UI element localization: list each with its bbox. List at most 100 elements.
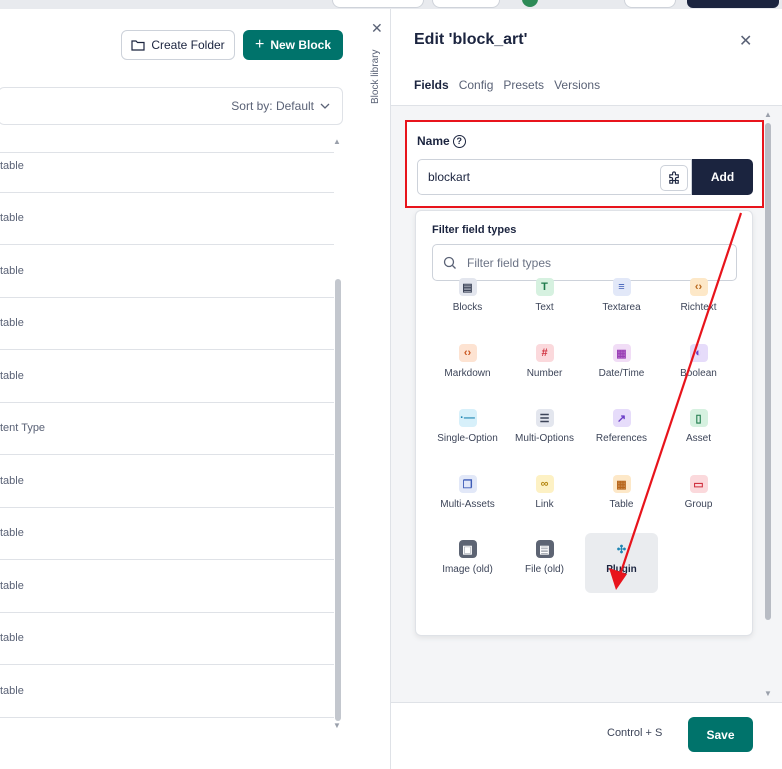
status-dot-icon [522, 0, 538, 7]
create-folder-button[interactable]: Create Folder [121, 30, 235, 60]
field-type-group[interactable]: ▭ Group [662, 468, 735, 528]
panel-footer: Control + S Save [391, 702, 782, 769]
save-button[interactable]: Save [688, 717, 753, 752]
plugin-picker-button[interactable] [660, 165, 688, 191]
tab-config[interactable]: Config [459, 78, 494, 92]
image-icon: ▣ [458, 540, 477, 558]
tab-presets[interactable]: Presets [503, 78, 544, 92]
fields-scrollbar[interactable] [765, 123, 771, 620]
multi-assets-icon: ❐ [458, 475, 477, 493]
markdown-icon: ‹› [458, 344, 477, 362]
block-library-label[interactable]: Block library [370, 44, 386, 104]
help-icon[interactable]: ? [452, 134, 466, 148]
group-icon: ▭ [689, 475, 708, 493]
list-item[interactable]: table [0, 613, 334, 665]
list-item[interactable]: table [0, 245, 334, 298]
list-item[interactable]: table [0, 560, 334, 613]
field-type-references[interactable]: ↗ References [585, 402, 658, 462]
single-option-icon: ·— [458, 409, 477, 427]
field-type-label: Single-Option [437, 433, 498, 444]
tab-versions[interactable]: Versions [554, 78, 600, 92]
field-type-markdown[interactable]: ‹› Markdown [431, 337, 504, 397]
field-type-label: Plugin [606, 564, 637, 575]
file-icon: ▤ [535, 540, 554, 558]
field-type-asset[interactable]: ▯ Asset [662, 402, 735, 462]
list-item[interactable]: table [0, 350, 334, 403]
scroll-up-arrow[interactable]: ▲ [764, 110, 772, 119]
field-type-label: Multi-Assets [440, 499, 495, 510]
field-type-richtext[interactable]: ‹› Richtext [662, 271, 735, 331]
panel-title: Edit 'block_art' [414, 31, 528, 48]
field-type-blocks[interactable]: ▤ Blocks [431, 271, 504, 331]
new-field-name-box: Name ? Add [405, 120, 764, 208]
asset-icon: ▯ [689, 409, 708, 427]
field-type-label: Date/Time [598, 368, 645, 379]
field-name-input[interactable] [417, 159, 692, 195]
close-library-icon[interactable]: ✕ [371, 20, 383, 37]
field-type-multi-options[interactable]: ☰ Multi-Options [508, 402, 581, 462]
list-item[interactable]: table [0, 455, 334, 508]
search-icon [443, 256, 456, 269]
sort-dropdown[interactable]: Sort by: Default [231, 99, 330, 113]
field-type-label: Number [526, 368, 563, 379]
close-icon[interactable]: ✕ [739, 31, 752, 51]
tab-fields[interactable]: Fields [414, 78, 449, 92]
scroll-down-arrow[interactable]: ▼ [333, 721, 341, 730]
field-type-label: Boolean [680, 368, 717, 379]
field-type-image-old[interactable]: ▣ Image (old) [431, 533, 504, 593]
field-type-label: Image (old) [442, 564, 493, 575]
field-type-link[interactable]: ∞ Link [508, 468, 581, 528]
field-type-label: File (old) [525, 564, 564, 575]
richtext-icon: ‹› [689, 278, 708, 296]
field-type-number[interactable]: # Number [508, 337, 581, 397]
browser-top-strip [0, 0, 782, 9]
filter-search-input[interactable] [467, 254, 727, 272]
field-type-file-old[interactable]: ▤ File (old) [508, 533, 581, 593]
field-type-plugin[interactable]: ✣ Plugin [585, 533, 658, 593]
edit-block-panel: Edit 'block_art' ✕ Fields Config Presets… [391, 9, 782, 769]
name-label-text: Name [417, 134, 450, 148]
field-type-label: Multi-Options [515, 433, 574, 444]
field-type-label: Markdown [444, 368, 491, 379]
list-item-label: table [0, 369, 24, 382]
field-type-label: Richtext [680, 302, 717, 313]
name-label: Name ? [417, 134, 466, 148]
field-type-label: Text [535, 302, 554, 313]
list-item[interactable]: table [0, 298, 334, 350]
toolbar-pill[interactable] [624, 0, 676, 8]
toolbar-pill[interactable] [332, 0, 424, 8]
field-type-multi-assets[interactable]: ❐ Multi-Assets [431, 468, 504, 528]
field-type-table[interactable]: ▦ Table [585, 468, 658, 528]
field-type-textarea[interactable]: ≡ Textarea [585, 271, 658, 331]
boolean-icon: ◐ [689, 344, 708, 362]
field-type-date-time[interactable]: ▦ Date/Time [585, 337, 658, 397]
field-type-label: Link [535, 499, 554, 510]
list-item[interactable]: table [0, 665, 334, 718]
field-type-single-option[interactable]: ·— Single-Option [431, 402, 504, 462]
new-block-button[interactable]: + New Block [243, 30, 343, 60]
list-item[interactable]: table [0, 193, 334, 245]
datetime-icon: ▦ [612, 344, 631, 362]
list-item-label: table [0, 579, 24, 592]
add-field-button[interactable]: Add [692, 159, 753, 195]
list-item[interactable]: tent Type [0, 403, 334, 455]
new-block-label: New Block [270, 38, 332, 52]
plus-icon: + [254, 36, 265, 53]
list-item-label: table [0, 474, 24, 487]
scroll-up-arrow[interactable]: ▲ [333, 137, 341, 146]
list-item-label: table [0, 264, 24, 277]
list-item[interactable]: table [0, 508, 334, 560]
textarea-icon: ≡ [612, 278, 631, 296]
field-type-boolean[interactable]: ◐ Boolean [662, 337, 735, 397]
scroll-down-arrow[interactable]: ▼ [764, 689, 772, 698]
account-button[interactable] [687, 0, 779, 8]
field-type-label: Table [609, 499, 634, 510]
puzzle-icon [668, 170, 679, 184]
toolbar-pill[interactable] [432, 0, 500, 8]
list-scrollbar[interactable] [335, 279, 341, 721]
list-item-label: table [0, 317, 24, 330]
list-item[interactable]: table [0, 140, 334, 193]
field-type-text[interactable]: T Text [508, 271, 581, 331]
blocks-icon: ▤ [458, 278, 477, 296]
field-type-label: Asset [685, 433, 711, 444]
